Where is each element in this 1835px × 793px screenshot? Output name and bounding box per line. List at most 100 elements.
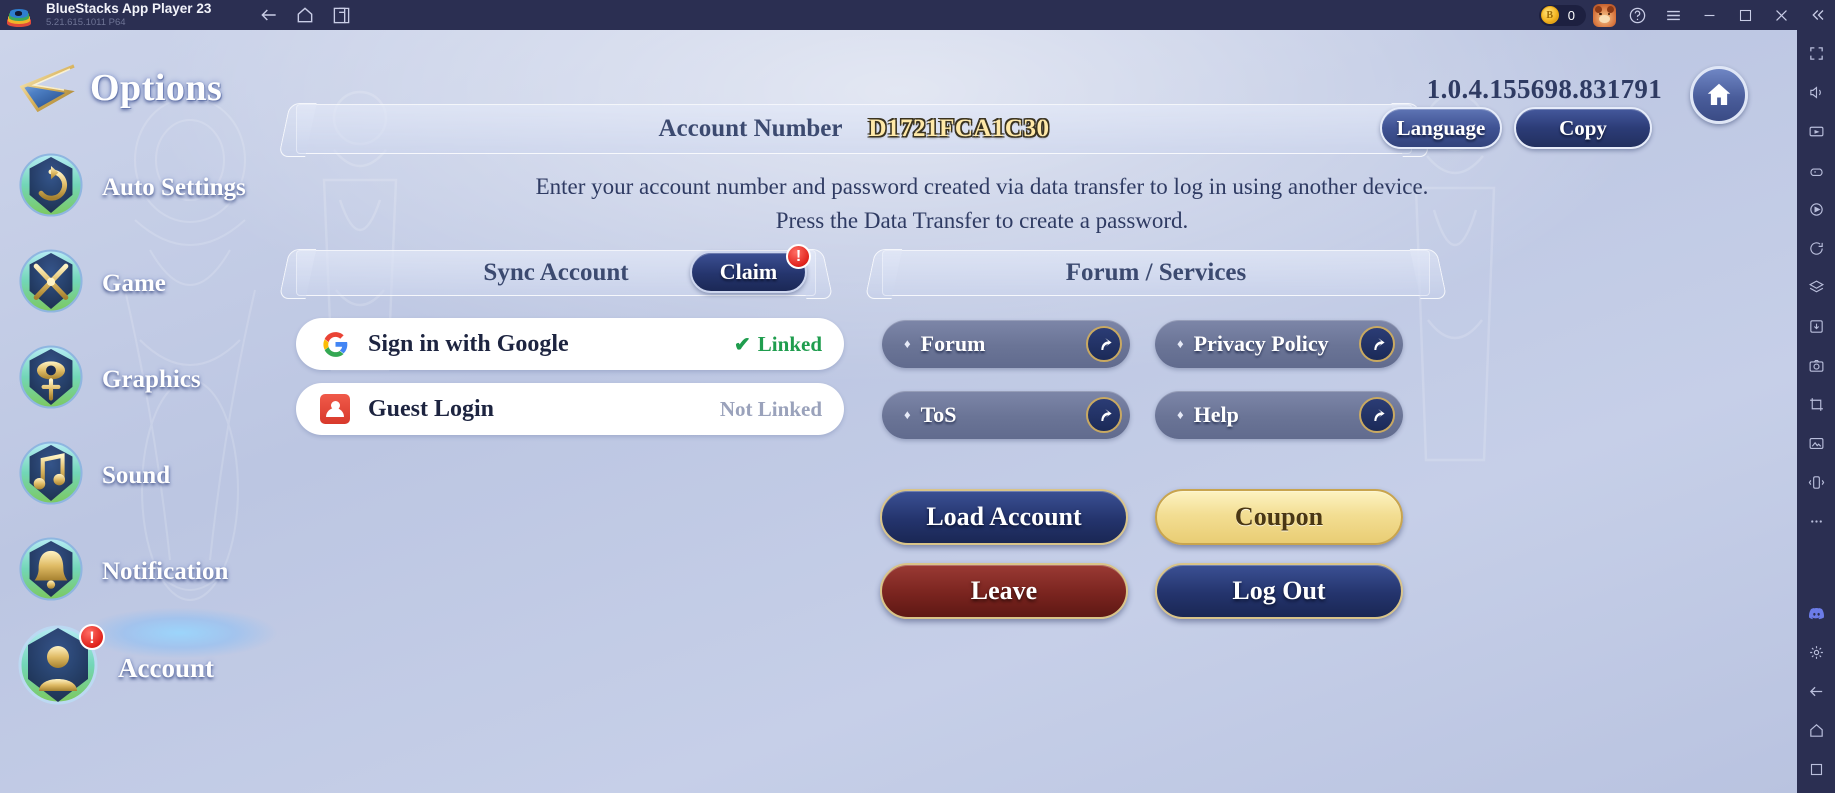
options-arrow-icon: [19, 64, 75, 113]
login-row-guest[interactable]: Guest Login Not Linked: [296, 383, 844, 435]
crossed-swords-badge-icon: [19, 249, 83, 313]
logout-button[interactable]: Log Out: [1155, 563, 1403, 619]
account-number-bar: Account Number D1721FCA1C30: [296, 104, 1412, 154]
load-account-button[interactable]: Load Account: [880, 489, 1128, 545]
recents-icon[interactable]: [1801, 754, 1831, 784]
macro-record-icon[interactable]: [1801, 194, 1831, 224]
home-shortcut-button[interactable]: [1690, 66, 1748, 124]
sync-account-title: Sync Account: [483, 259, 629, 286]
sidebar-item-graphics[interactable]: Graphics: [0, 332, 280, 428]
external-link-arrow-icon: [1086, 326, 1122, 362]
back-button[interactable]: [251, 0, 287, 30]
badge-wrap: [18, 152, 90, 224]
page-title: Options: [90, 67, 223, 109]
description-line-2: Press the Data Transfer to create a pass…: [775, 208, 1189, 234]
camera-icon[interactable]: [1801, 350, 1831, 380]
titlebar-right: B 0: [1538, 0, 1835, 30]
sidebar-item-label: Account: [118, 652, 214, 683]
language-button[interactable]: Language: [1380, 107, 1502, 149]
gallery-icon[interactable]: [1801, 428, 1831, 458]
external-link-arrow-icon: [1359, 397, 1395, 433]
coin-count: 0: [1567, 7, 1575, 23]
sidebar-item-account[interactable]: ! Account: [0, 620, 280, 716]
account-number-value: D1721FCA1C30: [868, 115, 1050, 142]
guest-person-icon: [320, 394, 350, 424]
minimize-button[interactable]: [1691, 0, 1727, 30]
sidebar-item-label: Sound: [102, 462, 171, 489]
login-name: Sign in with Google: [368, 330, 569, 357]
sidebar-item-auto-settings[interactable]: Auto Settings: [0, 140, 280, 236]
service-button-privacy-policy[interactable]: ♦ Privacy Policy: [1155, 320, 1403, 368]
description-line-1: Enter your account number and password c…: [535, 174, 1429, 199]
hamburger-menu-button[interactable]: [1655, 0, 1691, 30]
gear-icon[interactable]: [1801, 637, 1831, 667]
leave-button[interactable]: Leave: [880, 563, 1128, 619]
login-row-google[interactable]: Sign in with Google ✔ Linked: [296, 318, 844, 370]
maximize-button[interactable]: [1727, 0, 1763, 30]
badge-wrap: [18, 344, 90, 416]
services-header: Forum / Services: [882, 250, 1430, 296]
expand-icon[interactable]: [1801, 38, 1831, 68]
instance-stack-icon[interactable]: [1801, 272, 1831, 302]
service-button-forum[interactable]: ♦ Forum: [882, 320, 1130, 368]
multi-instance-button[interactable]: [323, 0, 359, 30]
badge-wrap: !: [18, 624, 105, 711]
keyboard-play-icon[interactable]: [1801, 116, 1831, 146]
shake-icon[interactable]: [1801, 467, 1831, 497]
badge-wrap: [18, 536, 90, 608]
sidebar-item-label: Notification: [102, 558, 229, 585]
claim-alert-badge: !: [786, 244, 811, 269]
gamepad-icon[interactable]: [1801, 155, 1831, 185]
diamond-bullet-icon: ♦: [904, 407, 911, 422]
external-link-arrow-icon: [1359, 326, 1395, 362]
discord-icon[interactable]: [1801, 598, 1831, 628]
diamond-bullet-icon: ♦: [1177, 407, 1184, 422]
service-label: Help: [1193, 402, 1239, 427]
login-status-text: Not Linked: [719, 396, 822, 421]
rotate-icon[interactable]: [1801, 233, 1831, 263]
titlebar: BlueStacks App Player 23 5.21.615.1011 P…: [0, 0, 1835, 30]
sidebar-item-sound[interactable]: Sound: [0, 428, 280, 524]
login-status: Not Linked: [720, 397, 822, 422]
home-button[interactable]: [287, 0, 323, 30]
bluestacks-logo-icon: [6, 2, 32, 28]
speaker-icon[interactable]: [1801, 77, 1831, 107]
login-status-text: Linked: [757, 331, 822, 356]
copy-button[interactable]: Copy: [1514, 107, 1652, 149]
account-description: Enter your account number and password c…: [282, 170, 1682, 238]
coupon-button[interactable]: Coupon: [1155, 489, 1403, 545]
sidebar-item-notification[interactable]: Notification: [0, 524, 280, 620]
page-header: Options: [18, 62, 222, 114]
title-block: BlueStacks App Player 23 5.21.615.1011 P…: [46, 2, 211, 27]
rail-back-icon[interactable]: [1801, 676, 1831, 706]
service-button-tos[interactable]: ♦ ToS: [882, 391, 1130, 439]
auto-settings-badge-icon: [19, 153, 83, 217]
diamond-bullet-icon: ♦: [904, 336, 911, 351]
login-name: Guest Login: [368, 395, 495, 422]
ellipsis-icon[interactable]: [1801, 506, 1831, 536]
status-badge: !: [79, 624, 105, 650]
google-g-icon: [320, 329, 350, 359]
close-button[interactable]: [1763, 0, 1799, 30]
collapse-sidebar-button[interactable]: [1799, 0, 1835, 30]
login-status: ✔ Linked: [734, 332, 822, 357]
gold-coin-icon: B: [1540, 6, 1559, 24]
help-button[interactable]: [1619, 0, 1655, 30]
game-viewport: Options Auto Settings Game Graphics Soun…: [0, 30, 1797, 793]
crop-icon[interactable]: [1801, 389, 1831, 419]
settings-sidebar: Auto Settings Game Graphics Sound Notifi…: [0, 140, 280, 716]
coin-counter[interactable]: B 0: [1538, 4, 1586, 26]
sidebar-item-label: Game: [102, 270, 166, 297]
bear-avatar-icon[interactable]: [1593, 3, 1616, 27]
apk-install-icon[interactable]: [1801, 311, 1831, 341]
app-build-version: 1.0.4.155698.831791: [1426, 74, 1662, 104]
service-button-help[interactable]: ♦ Help: [1155, 391, 1403, 439]
sidebar-item-game[interactable]: Game: [0, 236, 280, 332]
app-title: BlueStacks App Player 23: [46, 1, 212, 17]
bluestacks-side-rail: [1797, 30, 1835, 793]
sidebar-item-label: Auto Settings: [102, 174, 246, 201]
service-label: ToS: [920, 402, 957, 427]
rail-home-icon[interactable]: [1801, 715, 1831, 745]
sidebar-item-label: Graphics: [102, 366, 201, 393]
checkmark-icon: ✔: [734, 333, 751, 356]
